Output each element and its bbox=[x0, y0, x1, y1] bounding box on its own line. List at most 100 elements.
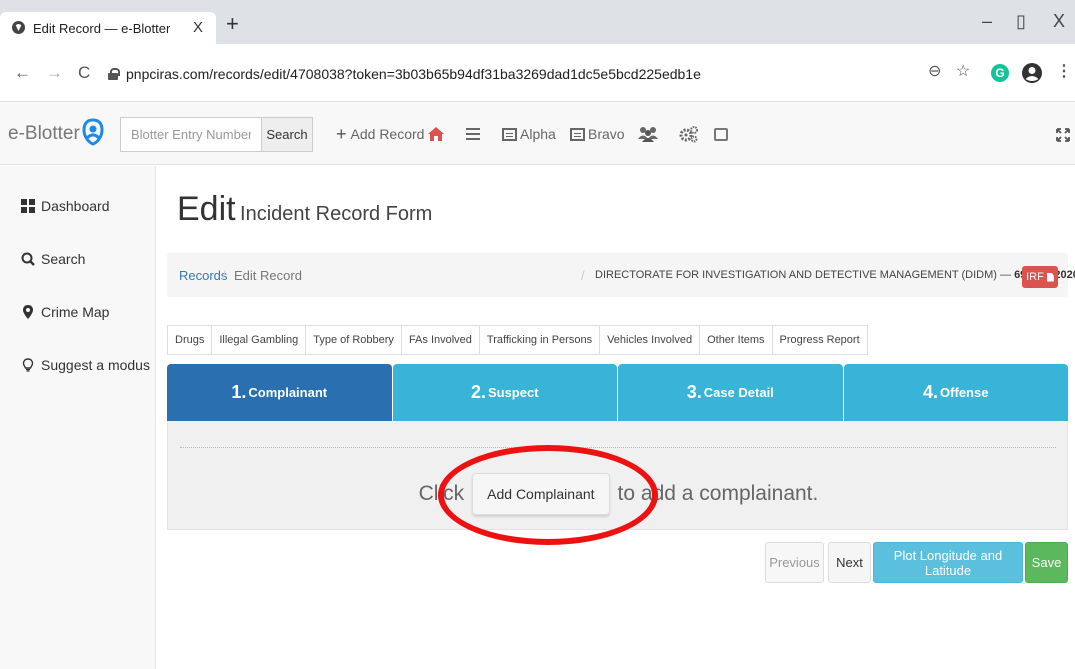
tab-vehicles-involved[interactable]: Vehicles Involved bbox=[600, 326, 701, 354]
sidebar-item-label: Suggest a modus bbox=[41, 357, 150, 373]
sidebar-item-label: Search bbox=[41, 251, 86, 267]
previous-button[interactable]: Previous bbox=[765, 542, 824, 583]
lock-icon bbox=[108, 68, 120, 80]
sidebar-item-crime-map[interactable]: Crime Map bbox=[21, 304, 109, 320]
wizard-steps: 1. Complainant 2. Suspect 3. Case Detail… bbox=[167, 364, 1068, 421]
step-number: 4. bbox=[923, 382, 939, 402]
tab-type-of-robbery[interactable]: Type of Robbery bbox=[306, 326, 402, 354]
sidebar-item-dashboard[interactable]: Dashboard bbox=[21, 198, 110, 214]
print-icon bbox=[714, 127, 728, 141]
list-link[interactable] bbox=[466, 121, 480, 147]
forward-icon[interactable]: → bbox=[46, 64, 63, 81]
fullscreen-icon[interactable] bbox=[1056, 128, 1070, 142]
step-number: 1. bbox=[231, 382, 247, 402]
list-icon bbox=[466, 128, 480, 140]
add-record-link[interactable]: + Add Record bbox=[336, 121, 424, 147]
window-close-icon[interactable]: X bbox=[1053, 12, 1065, 30]
tab-title: Edit Record — e-Blotter bbox=[33, 21, 171, 36]
add-complainant-message: Click Add Complainant to add a complaina… bbox=[168, 473, 1069, 515]
search-button[interactable]: Search bbox=[261, 117, 313, 152]
message-suffix: to add a complainant. bbox=[617, 482, 819, 505]
breadcrumb: Records / Edit Record / DIRECTORATE FOR … bbox=[167, 253, 1075, 297]
users-link[interactable] bbox=[638, 121, 658, 147]
address-bar[interactable]: pnpciras.com/records/edit/4708038?token=… bbox=[108, 54, 940, 94]
new-tab-icon[interactable]: + bbox=[226, 13, 239, 35]
form-icon bbox=[502, 127, 517, 141]
cogs-icon bbox=[679, 126, 698, 143]
tab-fas-involved[interactable]: FAs Involved bbox=[402, 326, 480, 354]
page-title-main: Edit bbox=[177, 190, 236, 228]
tab-drugs[interactable]: Drugs bbox=[168, 326, 213, 354]
page-subtitle: Incident Record Form bbox=[240, 203, 433, 225]
browser-menu-icon[interactable]: ⋮ bbox=[1056, 63, 1072, 81]
settings-link[interactable] bbox=[679, 121, 699, 147]
save-button[interactable]: Save bbox=[1025, 542, 1068, 583]
step-suspect[interactable]: 2. Suspect bbox=[392, 364, 617, 421]
map-marker-icon bbox=[23, 305, 33, 319]
sidebar: Dashboard Search Crime Map Suggest a mod… bbox=[0, 166, 156, 669]
file-icon bbox=[1046, 272, 1054, 282]
tab-trafficking-in-persons[interactable]: Trafficking in Persons bbox=[480, 326, 601, 354]
irf-pdf-button[interactable]: IRF bbox=[1022, 266, 1058, 288]
sidebar-item-suggest-modus[interactable]: Suggest a modus bbox=[21, 357, 150, 373]
bookmark-star-icon[interactable]: ☆ bbox=[956, 63, 970, 81]
tab-close-icon[interactable]: X bbox=[193, 19, 203, 36]
reload-icon[interactable]: C bbox=[78, 64, 90, 81]
lightbulb-icon bbox=[22, 358, 34, 372]
app-navbar: e-Blotter Search + Add Record Alpha Brav… bbox=[0, 103, 1075, 165]
step-label: Case Detail bbox=[703, 385, 774, 400]
blotter-entry-input[interactable] bbox=[120, 117, 262, 152]
url-text: pnpciras.com/records/edit/4708038?token=… bbox=[126, 66, 701, 82]
message-prefix: Click bbox=[418, 482, 465, 505]
page-title: Edit Incident Record Form bbox=[177, 190, 432, 229]
add-complainant-button[interactable]: Add Complainant bbox=[472, 473, 610, 515]
brand-name[interactable]: e-Blotter bbox=[8, 123, 80, 145]
back-icon[interactable]: ← bbox=[14, 64, 31, 81]
step-case-detail[interactable]: 3. Case Detail bbox=[618, 364, 843, 421]
breadcrumb-records-link[interactable]: Records bbox=[179, 268, 227, 283]
alpha-link[interactable]: Alpha bbox=[502, 121, 556, 147]
complainant-panel: Click Add Complainant to add a complaina… bbox=[167, 421, 1068, 530]
step-label: Complainant bbox=[248, 385, 328, 400]
account-icon[interactable] bbox=[1021, 62, 1043, 84]
window-maximize-icon[interactable]: ▯ bbox=[1016, 12, 1026, 30]
plot-coordinates-button[interactable]: Plot Longitude and Latitude bbox=[873, 542, 1023, 583]
step-label: Offense bbox=[940, 385, 989, 400]
grammarly-extension-icon[interactable]: G bbox=[991, 64, 1009, 82]
window-minimize-icon[interactable]: – bbox=[982, 12, 992, 30]
search-icon bbox=[21, 252, 35, 266]
browser-tab[interactable]: Edit Record — e-Blotter X bbox=[0, 12, 216, 44]
breadcrumb-separator: / bbox=[222, 268, 226, 283]
sidebar-item-search[interactable]: Search bbox=[21, 251, 85, 267]
alpha-label: Alpha bbox=[520, 126, 556, 142]
zoom-icon[interactable]: ⊖ bbox=[928, 63, 941, 81]
step-complainant[interactable]: 1. Complainant bbox=[167, 364, 392, 421]
add-record-label: Add Record bbox=[350, 126, 425, 142]
step-number: 2. bbox=[470, 382, 486, 402]
step-label: Suspect bbox=[487, 385, 539, 400]
breadcrumb-separator: / bbox=[581, 268, 585, 283]
tab-progress-report[interactable]: Progress Report bbox=[773, 326, 867, 354]
tab-other-items[interactable]: Other Items bbox=[700, 326, 773, 354]
form-icon bbox=[570, 127, 585, 141]
bravo-link[interactable]: Bravo bbox=[570, 121, 625, 147]
divider bbox=[180, 447, 1056, 448]
step-offense[interactable]: 4. Offense bbox=[843, 364, 1068, 421]
print-link[interactable] bbox=[714, 121, 728, 147]
browser-tab-strip: Edit Record — e-Blotter X + – ▯ X bbox=[0, 0, 1075, 44]
record-sub-tabs: Drugs Illegal Gambling Type of Robbery F… bbox=[167, 325, 868, 355]
plus-icon: + bbox=[336, 124, 347, 144]
dashboard-icon bbox=[21, 199, 35, 213]
next-button[interactable]: Next bbox=[828, 542, 871, 583]
tab-illegal-gambling[interactable]: Illegal Gambling bbox=[212, 326, 307, 354]
bravo-label: Bravo bbox=[588, 126, 625, 142]
browser-toolbar: ← → C pnpciras.com/records/edit/4708038?… bbox=[0, 44, 1075, 102]
step-number: 3. bbox=[686, 382, 702, 402]
irf-label: IRF bbox=[1026, 271, 1044, 283]
directorate-label: DIRECTORATE FOR INVESTIGATION AND DETECT… bbox=[595, 269, 1075, 281]
users-icon bbox=[638, 127, 658, 142]
globe-icon bbox=[12, 21, 25, 34]
home-link[interactable] bbox=[428, 121, 444, 147]
sidebar-item-label: Dashboard bbox=[41, 198, 110, 214]
sidebar-item-label: Crime Map bbox=[41, 304, 110, 320]
